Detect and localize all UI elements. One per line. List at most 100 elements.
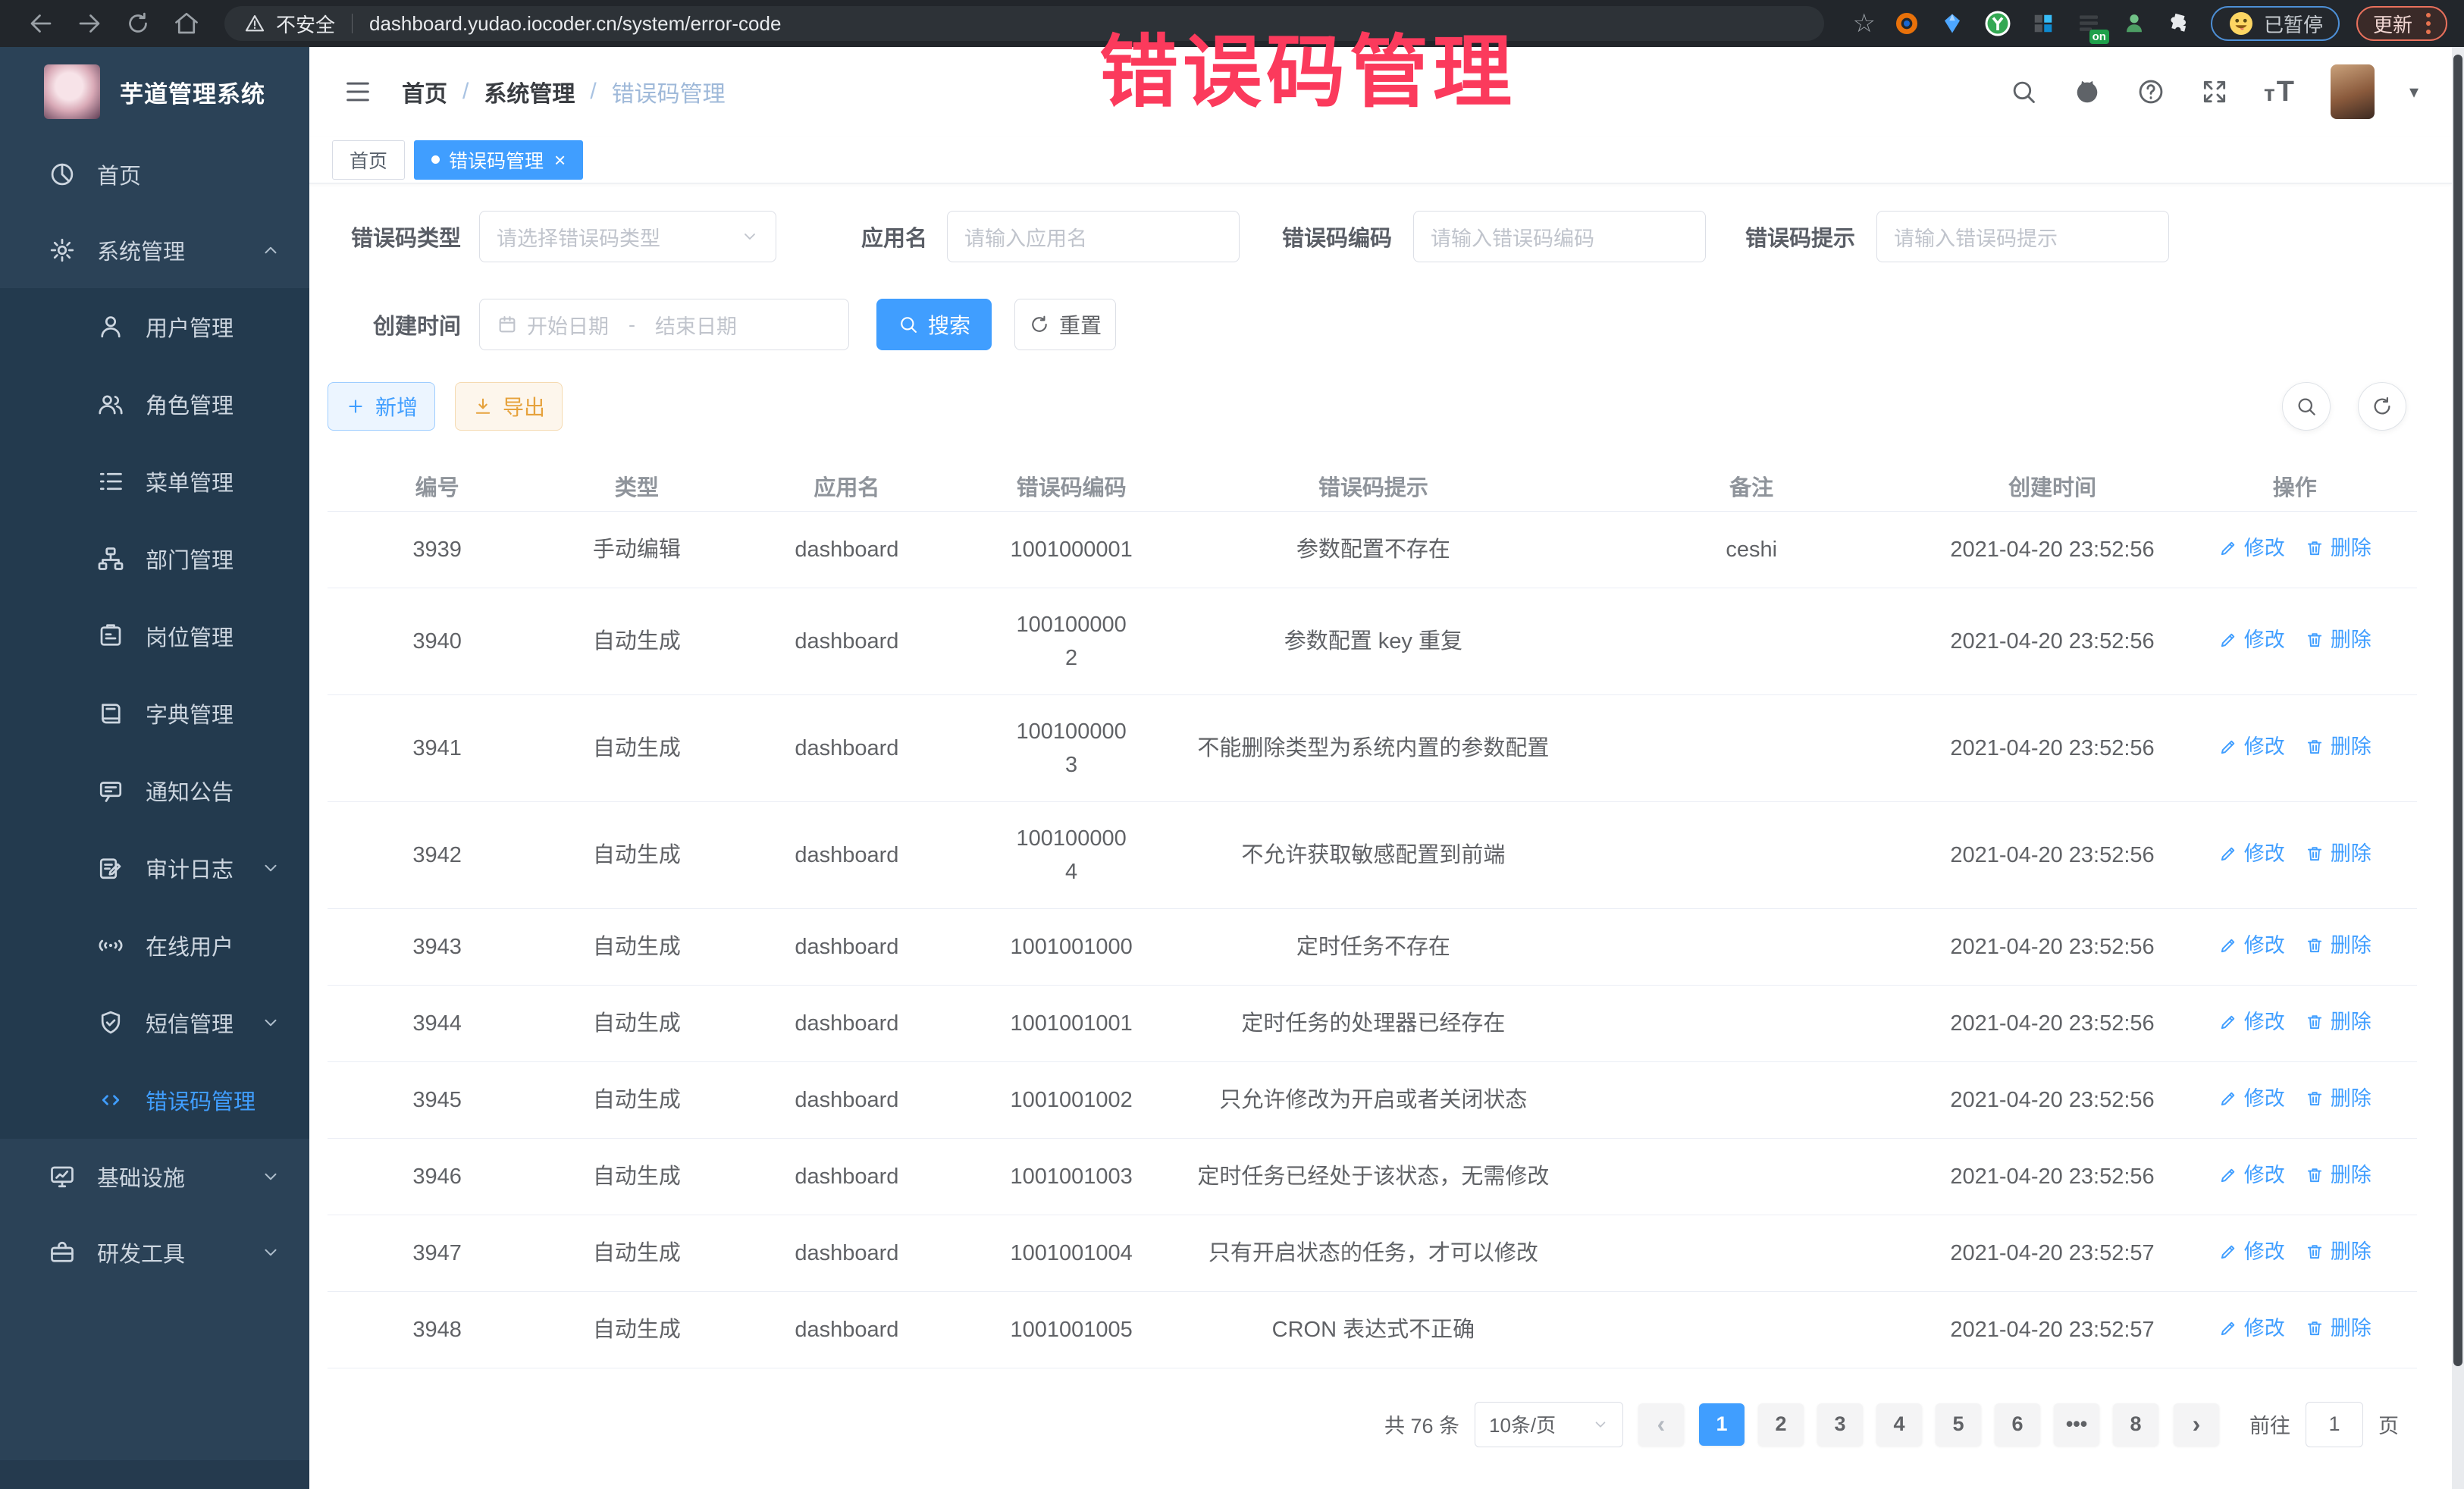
delete-link-label: 删除	[2331, 1005, 2372, 1039]
blue-gem-extension-icon[interactable]	[1938, 9, 1967, 38]
delete-link[interactable]: 删除	[2305, 1082, 2372, 1115]
goto-page-input[interactable]	[2306, 1402, 2363, 1447]
delete-link[interactable]: 删除	[2305, 730, 2372, 763]
green-figure-extension-icon[interactable]	[2120, 9, 2149, 38]
page-scrollbar[interactable]	[2452, 47, 2464, 1489]
green-y-extension-icon[interactable]	[1983, 9, 2012, 38]
fullscreen-icon[interactable]	[2200, 77, 2229, 106]
export-button[interactable]: 导出	[455, 382, 563, 431]
reset-button[interactable]: 重置	[1014, 299, 1116, 350]
delete-link[interactable]: 删除	[2305, 929, 2372, 962]
page-button-2[interactable]: 2	[1758, 1403, 1804, 1446]
sidebar-item-首页[interactable]: 首页	[0, 136, 309, 212]
edit-link[interactable]: 修改	[2218, 1082, 2285, 1115]
delete-link[interactable]: 删除	[2305, 1005, 2372, 1039]
puzzle-extension-icon[interactable]	[2165, 9, 2194, 38]
back-icon[interactable]	[27, 10, 55, 37]
edit-link[interactable]: 修改	[2218, 1005, 2285, 1039]
search-icon[interactable]	[2009, 77, 2038, 106]
edit-link[interactable]: 修改	[2218, 929, 2285, 962]
scrollbar-thumb[interactable]	[2453, 55, 2462, 1366]
sidebar-item-通知公告[interactable]: 通知公告	[0, 752, 309, 829]
edit-link[interactable]: 修改	[2218, 837, 2285, 870]
view-tag-首页[interactable]: 首页	[332, 140, 405, 180]
delete-link[interactable]: 删除	[2305, 1235, 2372, 1268]
edit-link[interactable]: 修改	[2218, 1158, 2285, 1192]
bookmark-star-icon[interactable]: ☆	[1852, 11, 1875, 36]
prev-page-button[interactable]: ‹	[1638, 1403, 1684, 1446]
caret-down-icon[interactable]: ▾	[2409, 81, 2419, 103]
sidebar-item-角色管理[interactable]: 角色管理	[0, 365, 309, 443]
reload-icon[interactable]	[124, 10, 152, 37]
breadcrumb-home[interactable]: 首页	[402, 75, 447, 108]
collapse-sidebar-icon[interactable]	[343, 77, 373, 107]
edit-link[interactable]: 修改	[2218, 531, 2285, 565]
orange-ring-extension-icon[interactable]	[1892, 9, 1921, 38]
github-icon[interactable]	[2073, 77, 2102, 106]
add-button[interactable]: 新增	[328, 382, 435, 431]
sidebar-item-在线用户[interactable]: 在线用户	[0, 907, 309, 984]
font-size-icon[interactable]: ᴛT	[2264, 76, 2296, 108]
user-avatar[interactable]	[2331, 64, 2375, 119]
next-page-button[interactable]: ›	[2174, 1403, 2219, 1446]
toggle-search-button[interactable]	[2282, 382, 2331, 431]
sidebar-item-菜单管理[interactable]: 菜单管理	[0, 443, 309, 520]
sidebar-item-短信管理[interactable]: 短信管理	[0, 984, 309, 1061]
error-code-label: 错误码编码	[1282, 221, 1392, 252]
sidebar-item-字典管理[interactable]: 字典管理	[0, 675, 309, 752]
cell-remark	[1571, 588, 1933, 694]
error-type-select[interactable]: 请选择错误码类型	[479, 211, 776, 262]
cell-operations: 修改删除	[2173, 908, 2417, 985]
delete-link[interactable]: 删除	[2305, 1158, 2372, 1192]
sidebar-item-系统管理[interactable]: 系统管理	[0, 212, 309, 288]
date-range-picker[interactable]: 开始日期 - 结束日期	[479, 299, 849, 350]
edit-link[interactable]: 修改	[2218, 623, 2285, 657]
sidebar-item-岗位管理[interactable]: 岗位管理	[0, 597, 309, 675]
error-code-input[interactable]: 请输入错误码编码	[1413, 211, 1706, 262]
search-button[interactable]: 搜索	[876, 299, 992, 350]
search-icon	[898, 314, 919, 335]
sidebar-item-审计日志[interactable]: 审计日志	[0, 829, 309, 907]
view-tag-错误码管理[interactable]: 错误码管理 ×	[414, 140, 583, 180]
address-bar[interactable]: 不安全 dashboard.yudao.iocoder.cn/system/er…	[224, 6, 1824, 41]
page-size-select[interactable]: 10条/页	[1475, 1402, 1623, 1447]
list-on-extension-icon[interactable]: on	[2074, 9, 2103, 38]
edit-link[interactable]: 修改	[2218, 1235, 2285, 1268]
update-button-label: 更新	[2373, 10, 2412, 38]
browser-update-button[interactable]: 更新	[2356, 6, 2447, 41]
sidebar-item-用户管理[interactable]: 用户管理	[0, 288, 309, 365]
delete-link[interactable]: 删除	[2305, 1312, 2372, 1345]
forward-icon[interactable]	[76, 10, 103, 37]
delete-link[interactable]: 删除	[2305, 837, 2372, 870]
page-button-4[interactable]: 4	[1876, 1403, 1922, 1446]
more-pages-button[interactable]: •••	[2054, 1403, 2099, 1446]
error-hint-input[interactable]: 请输入错误码提示	[1876, 211, 2169, 262]
app-logo-row[interactable]: 芋道管理系统	[0, 47, 309, 136]
tag-label: 错误码管理	[449, 146, 544, 174]
browser-menu-icon[interactable]	[2426, 13, 2431, 34]
dictionary-icon	[97, 700, 124, 727]
breadcrumb-system[interactable]: 系统管理	[484, 75, 575, 108]
refresh-table-button[interactable]	[2358, 382, 2406, 431]
delete-link[interactable]: 删除	[2305, 531, 2372, 565]
page-button-8[interactable]: 8	[2113, 1403, 2158, 1446]
app-name-input[interactable]: 请输入应用名	[947, 211, 1240, 262]
edit-link[interactable]: 修改	[2218, 1312, 2285, 1345]
help-icon[interactable]	[2136, 77, 2165, 106]
page-button-3[interactable]: 3	[1817, 1403, 1863, 1446]
paused-profile-badge[interactable]: 已暂停	[2211, 6, 2340, 41]
sidebar-item-基础设施[interactable]: 基础设施	[0, 1139, 309, 1215]
edit-link[interactable]: 修改	[2218, 730, 2285, 763]
close-icon[interactable]: ×	[554, 150, 566, 170]
home-icon[interactable]	[173, 10, 200, 37]
grid-extension-icon[interactable]	[2029, 9, 2058, 38]
refresh-icon	[2371, 395, 2393, 418]
edit-icon	[2218, 1165, 2238, 1185]
sidebar-item-错误码管理[interactable]: 错误码管理	[0, 1061, 309, 1139]
delete-link[interactable]: 删除	[2305, 623, 2372, 657]
page-button-6[interactable]: 6	[1995, 1403, 2040, 1446]
sidebar-item-研发工具[interactable]: 研发工具	[0, 1215, 309, 1290]
page-button-5[interactable]: 5	[1936, 1403, 1981, 1446]
sidebar-item-部门管理[interactable]: 部门管理	[0, 520, 309, 597]
page-button-1[interactable]: 1	[1699, 1403, 1745, 1446]
